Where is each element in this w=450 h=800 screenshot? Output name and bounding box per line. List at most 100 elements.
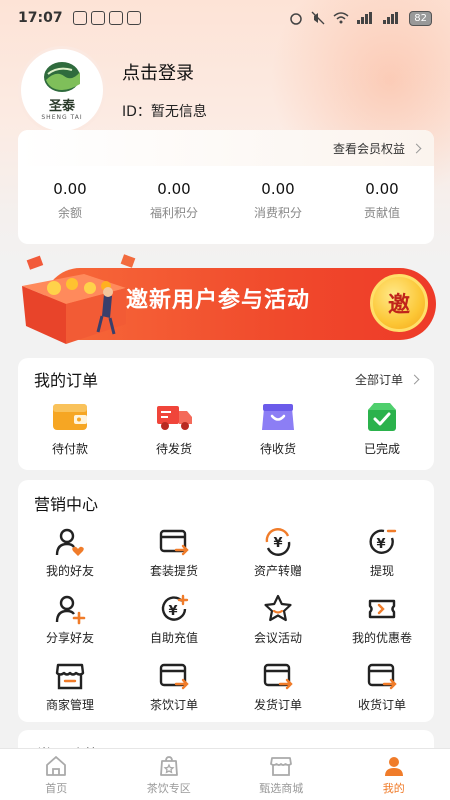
svg-text:¥: ¥ [376, 537, 385, 552]
tea-bag-icon [159, 755, 178, 776]
profile-header[interactable]: 圣泰 SHENG TAI 点击登录 ID：暂无信息 [18, 46, 207, 134]
asset-welfare-points[interactable]: 0.00 福利积分 [122, 180, 226, 221]
asset-label: 消费积分 [253, 206, 302, 220]
notification-app-icon [108, 11, 123, 25]
check-box-icon [368, 403, 396, 431]
asset-value: 0.00 [261, 180, 295, 198]
marketing-title: 营销中心 [34, 495, 99, 514]
order-pending-receipt[interactable]: 待收货 [226, 400, 330, 457]
member-benefits-link[interactable]: 查看会员权益 [18, 130, 434, 166]
meeting-activity-button[interactable]: 会议活动 [226, 593, 330, 646]
card-arrow-icon [159, 529, 189, 556]
avatar[interactable]: 圣泰 SHENG TAI [18, 46, 106, 134]
package-pickup-button[interactable]: 套装提货 [122, 526, 226, 579]
wifi-icon [333, 12, 349, 24]
asset-consume-points[interactable]: 0.00 消费积分 [226, 180, 330, 221]
asset-transfer-button[interactable]: ¥ 资产转赠 [226, 526, 330, 579]
share-friends-button[interactable]: 分享好友 [18, 593, 122, 646]
invite-banner[interactable]: 邀新用户参与活动 邀 [14, 252, 438, 348]
grid-label: 商家管理 [45, 698, 94, 712]
banner-badge: 邀 [370, 274, 428, 332]
tab-label: 甄选商城 [259, 781, 304, 795]
bottom-tab-bar: 首页 茶饮专区 甄选商城 我的 [0, 748, 450, 800]
tab-label: 茶饮专区 [146, 781, 191, 795]
home-icon [46, 755, 67, 776]
order-status-row: 待付款 待发货 待收货 已完成 [18, 400, 434, 457]
self-recharge-button[interactable]: ¥ 自助充值 [122, 593, 226, 646]
member-benefits-label: 查看会员权益 [332, 141, 405, 156]
logo-name: 圣泰 [48, 98, 75, 114]
orders-header: 我的订单 全部订单 [18, 358, 434, 400]
grid-label: 资产转赠 [253, 564, 302, 578]
shengtai-logo-icon [44, 61, 80, 92]
signal-icon [357, 12, 373, 24]
asset-balance[interactable]: 0.00 余额 [18, 180, 122, 221]
logo-subname: SHENG TAI [41, 113, 83, 121]
gift-box-illustration-icon [22, 254, 136, 344]
order-label: 已完成 [363, 442, 400, 456]
notification-app-icon [72, 11, 87, 25]
orders-title: 我的订单 [34, 371, 99, 390]
grid-label: 提现 [369, 564, 394, 578]
svg-text:¥: ¥ [273, 536, 282, 551]
shop-icon [55, 663, 85, 690]
tab-tea-zone[interactable]: 茶饮专区 [113, 749, 226, 800]
my-friends-button[interactable]: 我的好友 [18, 526, 122, 579]
tab-mine[interactable]: 我的 [338, 749, 450, 800]
marketing-center-card: 营销中心 我的好友 套装提货 ¥ 资产转赠 ¥ 提现 分享好友 ¥ 自助充值 会… [18, 480, 434, 722]
grid-label: 发货订单 [253, 698, 302, 712]
order-pending-shipment[interactable]: 待发货 [122, 400, 226, 457]
all-orders-link[interactable]: 全部订单 [355, 371, 420, 388]
asset-value: 0.00 [53, 180, 87, 198]
shipping-orders-button[interactable]: 发货订单 [226, 660, 330, 713]
grid-label: 会议活动 [253, 631, 302, 645]
yen-recharge-icon: ¥ [161, 594, 189, 621]
tab-store[interactable]: 甄选商城 [225, 749, 338, 800]
yen-withdraw-icon: ¥ [369, 529, 397, 554]
card-arrow-icon [159, 663, 189, 690]
friend-heart-icon [55, 528, 84, 556]
mute-icon [311, 11, 325, 25]
order-pending-payment[interactable]: 待付款 [18, 400, 122, 457]
signal-icon [383, 12, 399, 24]
marketing-header: 营销中心 [18, 480, 434, 526]
truck-icon [157, 406, 192, 430]
login-link[interactable]: 点击登录 [122, 59, 207, 85]
chevron-right-icon [411, 143, 422, 153]
grid-label: 我的优惠卷 [351, 631, 412, 645]
order-label: 待付款 [51, 442, 88, 456]
orders-card: 我的订单 全部订单 待付款 待发货 待收货 已完成 [18, 358, 434, 470]
alarm-icon [290, 13, 303, 25]
grid-label: 收货订单 [357, 698, 406, 712]
grid-label: 分享好友 [45, 631, 94, 645]
coupon-icon [368, 599, 396, 619]
star-icon [264, 594, 292, 622]
status-time: 17:07 [18, 10, 63, 26]
person-icon [384, 756, 403, 776]
notification-app-icon [126, 11, 141, 25]
yen-transfer-icon: ¥ [265, 528, 291, 556]
wallet-icon [53, 404, 87, 430]
battery-indicator: 82 [409, 10, 432, 26]
asset-value: 0.00 [157, 180, 191, 198]
assets-row: 0.00 余额 0.00 福利积分 0.00 消费积分 0.00 贡献值 [18, 166, 434, 221]
banner-title: 邀新用户参与活动 [126, 288, 311, 313]
asset-label: 余额 [57, 206, 82, 220]
my-coupons-button[interactable]: 我的优惠卷 [330, 593, 434, 646]
asset-value: 0.00 [365, 180, 399, 198]
status-bar: 17:07 82 [0, 0, 450, 36]
card-arrow-icon [367, 663, 397, 690]
merchant-management-button[interactable]: 商家管理 [18, 660, 122, 713]
receiving-orders-button[interactable]: 收货订单 [330, 660, 434, 713]
user-id: ID：暂无信息 [122, 104, 207, 120]
asset-contribution[interactable]: 0.00 贡献值 [330, 180, 434, 221]
card-arrow-icon [263, 663, 293, 690]
order-completed[interactable]: 已完成 [330, 400, 434, 457]
order-label: 待收货 [259, 442, 296, 456]
tab-label: 我的 [382, 781, 405, 795]
withdraw-button[interactable]: ¥ 提现 [330, 526, 434, 579]
tab-home[interactable]: 首页 [0, 749, 113, 800]
svg-text:¥: ¥ [168, 604, 177, 619]
notification-app-icon [90, 11, 105, 25]
tea-orders-button[interactable]: 茶饮订单 [122, 660, 226, 713]
